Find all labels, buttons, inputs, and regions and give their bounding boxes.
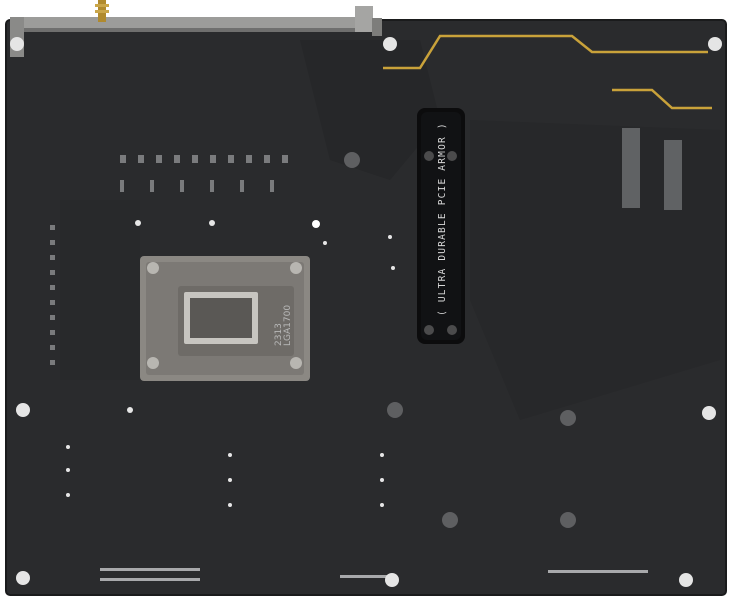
mounting-hole-icon [385,573,399,587]
mounting-hole-icon [702,406,716,420]
mounting-hole-icon [312,220,320,228]
mounting-hole-icon [383,37,397,51]
screw-head-icon [560,410,576,426]
screw-head-icon [387,402,403,418]
mounting-hole-icon [679,573,693,587]
screw-head-icon [442,512,458,528]
screw-head-icon [344,152,360,168]
cpu-backplate: LGA1700 2313 [140,256,310,381]
mounting-hole-icon [708,37,722,51]
motherboard-photo: LGA1700 2313 ( ULTRA DURABLE PCIE ARMOR … [5,0,727,596]
photo-stage: LGA1700 2313 ( ULTRA DURABLE PCIE ARMOR … [0,0,732,600]
mounting-hole-icon [10,37,24,51]
screw-head-icon [560,512,576,528]
pcie-armor: ( ULTRA DURABLE PCIE ARMOR ) [417,108,465,344]
mounting-hole-icon [16,403,30,417]
backplate-code: 2313 [274,323,284,346]
mounting-hole-icon [16,571,30,585]
pcie-armor-label: ( ULTRA DURABLE PCIE ARMOR ) [437,122,448,316]
backplate-label: LGA1700 [283,305,293,346]
